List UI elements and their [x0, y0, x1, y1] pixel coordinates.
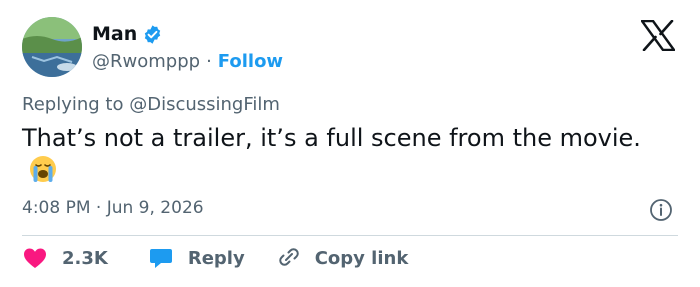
- replying-to: Replying to @DiscussingFilm: [22, 94, 280, 115]
- tweet-text: That’s not a trailer, it’s a full scene …: [22, 122, 662, 186]
- x-logo-icon[interactable]: [641, 20, 675, 51]
- author-block: Man @Rwomppp · Follow: [92, 20, 283, 72]
- tweet-meta: 4:08 PM · Jun 9, 2026: [22, 198, 204, 218]
- reply-bubble-icon: [149, 249, 172, 268]
- reply-label: Reply: [187, 247, 245, 269]
- copy-link-button[interactable]: Copy link: [275, 246, 409, 270]
- like-button[interactable]: 2.3K: [22, 246, 108, 270]
- heart-icon: [24, 248, 46, 268]
- link-icon: [278, 248, 299, 266]
- avatar[interactable]: [22, 17, 82, 77]
- tweet-time[interactable]: 4:08 PM: [22, 198, 91, 218]
- replying-mention[interactable]: @DiscussingFilm: [129, 94, 280, 115]
- author-handle[interactable]: @Rwomppp: [92, 51, 200, 72]
- loudly-crying-face-icon: [30, 156, 56, 182]
- verified-badge-icon: [145, 24, 161, 44]
- author-name[interactable]: Man: [92, 23, 137, 45]
- like-count: 2.3K: [62, 247, 108, 269]
- handle-separator: ·: [206, 51, 212, 72]
- follow-button[interactable]: Follow: [218, 51, 283, 72]
- reply-button[interactable]: Reply: [148, 246, 245, 270]
- avatar-image: [22, 17, 82, 77]
- tweet-date[interactable]: Jun 9, 2026: [107, 198, 204, 218]
- tweet-body: That’s not a trailer, it’s a full scene …: [22, 124, 641, 152]
- copy-link-label: Copy link: [314, 247, 409, 269]
- info-icon[interactable]: [649, 198, 673, 222]
- action-bar: 2.3K Reply Copy link: [22, 246, 408, 270]
- divider: [22, 235, 678, 236]
- meta-separator: ·: [95, 198, 102, 218]
- replying-prefix: Replying to: [22, 94, 124, 115]
